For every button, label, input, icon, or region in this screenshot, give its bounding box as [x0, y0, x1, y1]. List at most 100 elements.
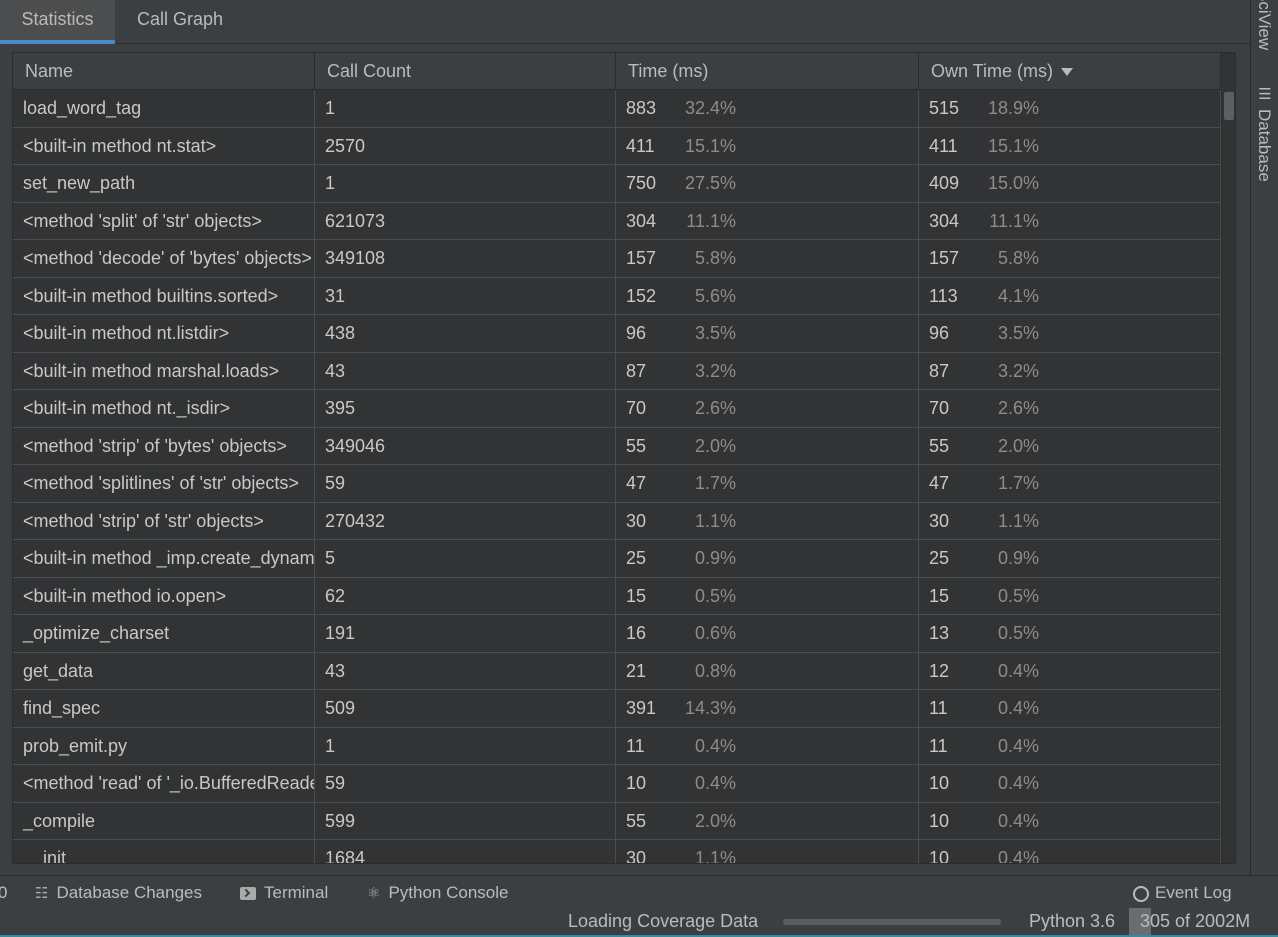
cell-own-time: 10 0.4%	[919, 765, 1221, 803]
cell-name: <built-in method _imp.create_dynamic>	[13, 540, 315, 578]
table-row[interactable]: <method 'strip' of 'str' objects> 270432 3…	[13, 502, 1221, 540]
tool-edge-label[interactable]: 0	[0, 876, 7, 909]
cell-call-count: 1	[315, 727, 616, 765]
memory-indicator[interactable]: 305 of 2002M	[1129, 908, 1250, 935]
time-percent: 14.3%	[684, 698, 736, 718]
table-row[interactable]: <built-in method io.open> 62 15 0.5% 15 0.5%	[13, 577, 1221, 615]
event-log-button[interactable]: Event Log	[1133, 876, 1232, 909]
cell-call-count: 31	[315, 277, 616, 315]
tab-call-graph[interactable]: Call Graph	[115, 0, 245, 44]
scrollbar-thumb[interactable]	[1224, 92, 1234, 120]
cell-name: <built-in method marshal.loads>	[13, 352, 315, 390]
cell-own-time: 25 0.9%	[919, 540, 1221, 578]
own-time-percent: 15.1%	[987, 135, 1039, 156]
own-time-value: 13	[929, 623, 950, 643]
cell-own-time: 96 3.5%	[919, 315, 1221, 353]
table-row[interactable]: _compile 599 55 2.0% 10 0.4%	[13, 802, 1221, 840]
table-body: load_word_tag 1 883 32.4% 515 18.9% <built-in …	[13, 90, 1221, 864]
loading-progress-bar	[783, 919, 1001, 925]
time-percent: 0.4%	[694, 735, 736, 756]
column-header-call-count[interactable]: Call Count	[315, 53, 616, 90]
cell-own-time: 13 0.5%	[919, 615, 1221, 653]
table-row[interactable]: <method 'split' of 'str' objects> 621073 3…	[13, 202, 1221, 240]
cell-time: 96 3.5%	[616, 315, 919, 353]
table-row[interactable]: get_data 43 21 0.8% 12 0.4%	[13, 652, 1221, 690]
cell-own-time: 515 18.9%	[919, 90, 1221, 128]
cell-time: 883 32.4%	[616, 90, 919, 128]
own-time-percent: 4.1%	[997, 285, 1039, 306]
cell-name: <built-in method nt.listdir>	[13, 315, 315, 353]
table-row[interactable]: <method 'decode' of 'bytes' objects> 3491…	[13, 240, 1221, 278]
time-value: 152	[626, 285, 657, 306]
cell-call-count: 2570	[315, 127, 616, 165]
table-row[interactable]: __init__ 1684 30 1.1% 10 0.4%	[13, 840, 1221, 864]
cell-call-count: 1	[315, 165, 616, 203]
table-row[interactable]: _optimize_charset 191 16 0.6% 13 0.5%	[13, 615, 1221, 653]
time-value: 11	[626, 735, 645, 756]
own-time-value: 10	[929, 810, 950, 831]
table-row[interactable]: prob_emit.py 1 11 0.4% 11 0.4%	[13, 727, 1221, 765]
table-row[interactable]: <built-in method marshal.loads> 43 87 3.2% 8…	[13, 352, 1221, 390]
own-time-percent: 3.2%	[997, 360, 1039, 381]
time-percent: 32.4%	[684, 98, 736, 118]
cell-name: <method 'split' of 'str' objects>	[13, 202, 315, 240]
own-time-percent: 1.1%	[997, 510, 1039, 531]
time-value: 55	[626, 435, 647, 456]
event-log-label: Event Log	[1155, 883, 1232, 902]
database-changes-button[interactable]: ☷ Database Changes	[35, 876, 202, 909]
table-row[interactable]: <built-in method nt._isdir> 395 70 2.6% 70 2.…	[13, 390, 1221, 428]
table-row[interactable]: load_word_tag 1 883 32.4% 515 18.9%	[13, 90, 1221, 128]
table-scrollbar[interactable]	[1221, 90, 1235, 863]
table-row[interactable]: <built-in method builtins.sorted> 31 152 5.…	[13, 277, 1221, 315]
cell-call-count: 509	[315, 690, 616, 728]
tab-statistics[interactable]: Statistics	[0, 0, 115, 44]
table-row[interactable]: set_new_path 1 750 27.5% 409 15.0%	[13, 165, 1221, 203]
cell-time: 87 3.2%	[616, 352, 919, 390]
column-header-time[interactable]: Time (ms)	[616, 53, 919, 90]
database-tool-tab[interactable]: ☰ Database	[1254, 85, 1274, 182]
cell-time: 15 0.5%	[616, 577, 919, 615]
cell-name: _optimize_charset	[13, 615, 315, 653]
cell-own-time: 30 1.1%	[919, 502, 1221, 540]
column-header-own-time[interactable]: Own Time (ms)	[919, 53, 1221, 90]
cell-call-count: 1	[315, 90, 616, 128]
table-row[interactable]: <method 'strip' of 'bytes' objects> 34904…	[13, 427, 1221, 465]
own-time-percent: 0.4%	[997, 735, 1039, 756]
table-row[interactable]: find_spec 509 391 14.3% 11 0.4%	[13, 690, 1221, 728]
own-time-value: 11	[929, 735, 948, 756]
own-time-value: 12	[929, 660, 950, 681]
table-row[interactable]: <built-in method nt.listdir> 438 96 3.5% 96 3…	[13, 315, 1221, 353]
time-value: 70	[626, 398, 647, 418]
own-time-value: 30	[929, 510, 950, 531]
cell-own-time: 11 0.4%	[919, 727, 1221, 765]
time-percent: 0.5%	[694, 585, 736, 606]
sciview-tool-tab[interactable]: SciView	[1254, 0, 1274, 50]
own-time-value: 11	[929, 698, 948, 718]
own-time-value: 25	[929, 548, 950, 568]
cell-call-count: 5	[315, 540, 616, 578]
own-time-value: 411	[929, 135, 958, 156]
cell-name: <built-in method nt.stat>	[13, 127, 315, 165]
table-row[interactable]: <built-in method nt.stat> 2570 411 15.1% 411…	[13, 127, 1221, 165]
own-time-percent: 5.8%	[997, 248, 1039, 268]
table-row[interactable]: <method 'read' of '_io.BufferedReader' o…	[13, 765, 1221, 803]
cell-own-time: 87 3.2%	[919, 352, 1221, 390]
cell-call-count: 599	[315, 802, 616, 840]
terminal-button[interactable]: Terminal	[240, 876, 328, 909]
statistics-table: Name Call Count Time (ms) Own Time (ms) …	[12, 52, 1236, 864]
own-time-percent: 2.6%	[997, 398, 1039, 418]
time-percent: 27.5%	[684, 173, 736, 193]
interpreter-status[interactable]: Python 3.6	[1029, 908, 1115, 935]
cell-time: 70 2.6%	[616, 390, 919, 428]
own-time-percent: 0.4%	[997, 698, 1039, 718]
database-changes-label: Database Changes	[56, 883, 202, 902]
own-time-value: 10	[929, 848, 950, 864]
table-row[interactable]: <built-in method _imp.create_dynamic> 5 25…	[13, 540, 1221, 578]
time-value: 883	[626, 98, 657, 118]
time-percent: 3.5%	[694, 323, 736, 343]
column-header-name[interactable]: Name	[13, 53, 315, 90]
table-row[interactable]: <method 'splitlines' of 'str' objects> 59…	[13, 465, 1221, 503]
python-console-button[interactable]: ⚛ Python Console	[367, 876, 508, 909]
cell-own-time: 70 2.6%	[919, 390, 1221, 428]
cell-call-count: 62	[315, 577, 616, 615]
